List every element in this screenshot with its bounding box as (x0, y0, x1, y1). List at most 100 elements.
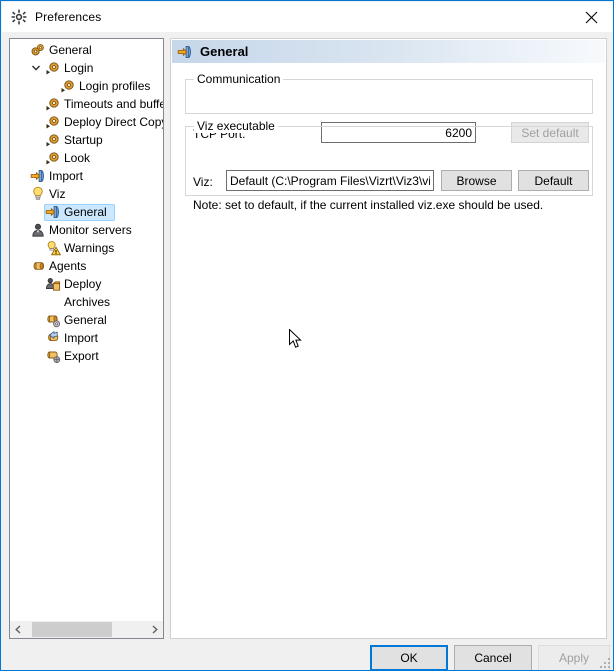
gear-small-icon (45, 114, 61, 130)
browse-button[interactable]: Browse (441, 170, 512, 191)
user-icon (30, 222, 46, 238)
import-icon (177, 44, 193, 60)
ok-button[interactable]: OK (370, 645, 448, 670)
pane-title: General (200, 44, 249, 59)
tree-horizontal-scrollbar[interactable] (10, 620, 163, 638)
gears-icon (30, 42, 46, 58)
tree-twisty-empty (13, 222, 29, 238)
tree-item-content: General (44, 203, 115, 221)
tree-twisty-empty (28, 294, 44, 310)
title-bar: Preferences (2, 2, 613, 32)
tree-scroll-thumb[interactable] (32, 622, 112, 637)
tree-item-login[interactable]: Login (10, 59, 163, 77)
tree-item-archives[interactable]: Archives (10, 293, 163, 311)
tree-item-label: Login profiles (79, 79, 151, 93)
tree-item-content: Startup (44, 132, 111, 149)
tree-item-login-profiles[interactable]: Login profiles (10, 77, 163, 95)
tree-item-label: Viz (49, 187, 66, 201)
tree-twisty-empty (13, 42, 29, 58)
tree-item-content: Deploy (44, 276, 109, 293)
tree-item-content: Import (44, 330, 106, 347)
tree-item-general[interactable]: General (10, 203, 163, 221)
window-title: Preferences (35, 10, 102, 24)
tree-item-label: Warnings (64, 241, 115, 255)
tree-item-label: Startup (64, 133, 103, 147)
tree-item-label: Archives (64, 295, 111, 309)
default-button[interactable]: Default (518, 170, 589, 191)
tree-item-import[interactable]: Import (10, 167, 163, 185)
tree-twisty-empty (28, 150, 44, 166)
tree-item-content: Import (29, 168, 91, 185)
tree-item-look[interactable]: Look (10, 149, 163, 167)
tree-item-content: General (44, 312, 115, 329)
tree-twisty-empty (28, 132, 44, 148)
gear-small-icon (60, 78, 76, 94)
tree-item-content: Monitor servers (29, 222, 140, 239)
tree-item-content: Export (44, 348, 107, 365)
tree-item-label: Monitor servers (49, 223, 132, 237)
tree-twisty-empty (43, 78, 59, 94)
tree-twisty-empty (28, 114, 44, 130)
import-icon (30, 168, 46, 184)
viz-executable-group-title: Viz executable (194, 119, 278, 133)
tree-twisty-empty (13, 168, 29, 184)
viz-executable-note: Note: set to default, if the current ins… (193, 198, 544, 212)
cancel-button[interactable]: Cancel (454, 645, 532, 670)
dialog-footer: OK Cancel Apply (2, 645, 613, 670)
preferences-dialog: Preferences General Login Login profiles Ti… (0, 0, 614, 671)
tree-twisty-empty (28, 330, 44, 346)
tree-twisty-empty (28, 348, 44, 364)
viz-path-input[interactable] (226, 170, 434, 191)
tree-item-timeouts-and-buffer[interactable]: Timeouts and buffer (10, 95, 163, 113)
communication-group: Communication (185, 72, 593, 114)
tree-item-content: Login (44, 60, 101, 77)
tree-item-content: Archives (44, 294, 118, 311)
tree-item-warnings[interactable]: Warnings (10, 239, 163, 257)
tree-item-label: Look (64, 151, 91, 165)
tree-item-viz[interactable]: Viz (10, 185, 163, 203)
tree-item-label: Timeouts and buffer (64, 97, 163, 111)
settings-tree[interactable]: General Login Login profiles Timeouts and b… (9, 38, 164, 639)
tree-icon-none (45, 294, 61, 310)
tree-scroll-track[interactable] (27, 621, 146, 638)
gear-small-icon (45, 132, 61, 148)
tree-item-label: Export (64, 349, 99, 363)
tree-twisty-empty (28, 240, 44, 256)
tree-twisty-empty (28, 276, 44, 292)
tree-item-label: Login (64, 61, 94, 75)
tree-item-label: Import (49, 169, 84, 183)
tree-item-content: Login profiles (59, 78, 158, 95)
tree-item-monitor-servers[interactable]: Monitor servers (10, 221, 163, 239)
tree-twisty-empty (13, 186, 29, 202)
tree-twisty-empty (28, 312, 44, 328)
close-icon[interactable] (568, 2, 613, 32)
chevron-left-icon[interactable] (10, 621, 27, 638)
gear-small-icon (45, 96, 61, 112)
tree-item-agents[interactable]: Agents (10, 257, 163, 275)
tree-item-deploy-direct-copy[interactable]: Deploy Direct Copy (10, 113, 163, 131)
tree-item-import[interactable]: Import (10, 329, 163, 347)
tree-item-content: Viz (29, 186, 73, 203)
tree-item-label: General (64, 205, 107, 219)
pane-header: General (172, 40, 605, 64)
settings-tree-items: General Login Login profiles Timeouts and b… (10, 41, 163, 619)
tree-item-content: Agents (29, 258, 94, 275)
tree-twisty-empty (13, 258, 29, 274)
tree-item-startup[interactable]: Startup (10, 131, 163, 149)
dialog-body: General Login Login profiles Timeouts and b… (2, 32, 613, 670)
tree-item-label: Agents (49, 259, 87, 273)
settings-pane: General Communication TCP Port: Set defa… (170, 38, 607, 639)
chevron-down-icon[interactable] (28, 60, 44, 76)
archive-out-icon (45, 348, 61, 364)
warning-bulb-icon (45, 240, 61, 256)
tree-item-export[interactable]: Export (10, 347, 163, 365)
tree-item-general[interactable]: General (10, 311, 163, 329)
chevron-right-icon[interactable] (146, 621, 163, 638)
tree-item-general[interactable]: General (10, 41, 163, 59)
gear-small-icon (45, 150, 61, 166)
tree-item-content: Warnings (44, 240, 122, 257)
tree-item-deploy[interactable]: Deploy (10, 275, 163, 293)
resize-grip[interactable] (600, 656, 612, 668)
import-icon (45, 204, 61, 220)
communication-group-title: Communication (194, 72, 284, 86)
